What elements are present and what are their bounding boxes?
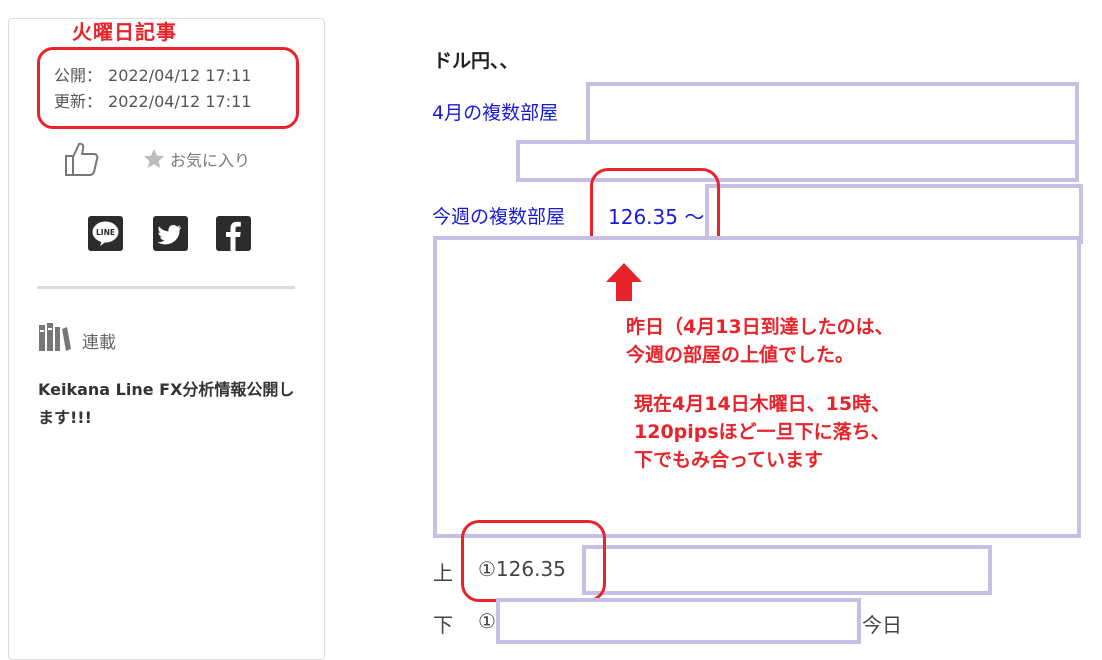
twitter-icon xyxy=(157,225,181,245)
thumbs-up-icon xyxy=(65,142,99,176)
note-block-2: 現在4月14日木曜日、15時、 120pipsほど一旦下に落ち、 下でもみ合って… xyxy=(634,390,890,474)
published-label: 公開： xyxy=(54,66,103,85)
red-arrow xyxy=(605,262,643,302)
series-icon-wrap xyxy=(38,321,72,353)
share-twitter-button[interactable] xyxy=(153,216,188,251)
tuesday-article-annotation: 火曜日記事 xyxy=(72,20,177,44)
svg-text:LINE: LINE xyxy=(96,228,115,237)
mask-box-5 xyxy=(582,545,992,595)
facebook-icon xyxy=(226,221,241,251)
april-range-link[interactable]: 4月の複数部屋 xyxy=(432,98,558,125)
lower-label: 下 xyxy=(433,613,453,637)
favorite-label: お気に入り xyxy=(170,151,251,170)
series-title-link[interactable]: Keikana Line FX分析情報公開します!!! xyxy=(38,376,300,432)
mask-box-3 xyxy=(705,184,1083,244)
mask-box-6 xyxy=(496,598,861,644)
week-range-link[interactable]: 今週の複数部屋 xyxy=(432,202,565,229)
published-value: 2022/04/12 17:11 xyxy=(108,66,252,85)
note-block-1: 昨日（4月13日到達したのは、 今週の部屋の上値でした。 xyxy=(626,313,894,369)
note-line: 120pipsほど一旦下に落ち、 xyxy=(634,421,890,443)
note-line: 現在4月14日木曜日、15時、 xyxy=(634,393,891,415)
updated-label: 更新： xyxy=(54,92,103,111)
sidebar-divider xyxy=(37,286,295,289)
mask-box-4 xyxy=(433,236,1081,538)
like-button[interactable] xyxy=(62,140,100,178)
upper-highlight-box xyxy=(461,520,606,602)
published-date: 公開： 2022/04/12 17:11 xyxy=(54,62,251,86)
article-heading: ドル円、、 xyxy=(433,50,519,72)
star-icon xyxy=(144,149,164,168)
line-icon: LINE xyxy=(92,221,119,246)
books-icon xyxy=(39,323,71,351)
series-label: 連載 xyxy=(82,333,116,353)
favorite-button[interactable]: お気に入り xyxy=(142,147,250,171)
share-facebook-button[interactable] xyxy=(216,216,251,251)
share-line-button[interactable]: LINE xyxy=(88,216,123,251)
lower-value: ① xyxy=(478,609,496,633)
note-line: 下でもみ合っています xyxy=(634,449,824,471)
updated-date: 更新： 2022/04/12 17:11 xyxy=(54,88,251,112)
arrow-up-icon xyxy=(606,263,642,301)
note-line: 昨日（4月13日到達したのは、 xyxy=(626,316,894,338)
updated-value: 2022/04/12 17:11 xyxy=(108,92,252,111)
today-label: 今日 xyxy=(862,613,902,637)
note-line: 今週の部屋の上値でした。 xyxy=(626,344,855,366)
upper-label: 上 xyxy=(433,561,453,585)
